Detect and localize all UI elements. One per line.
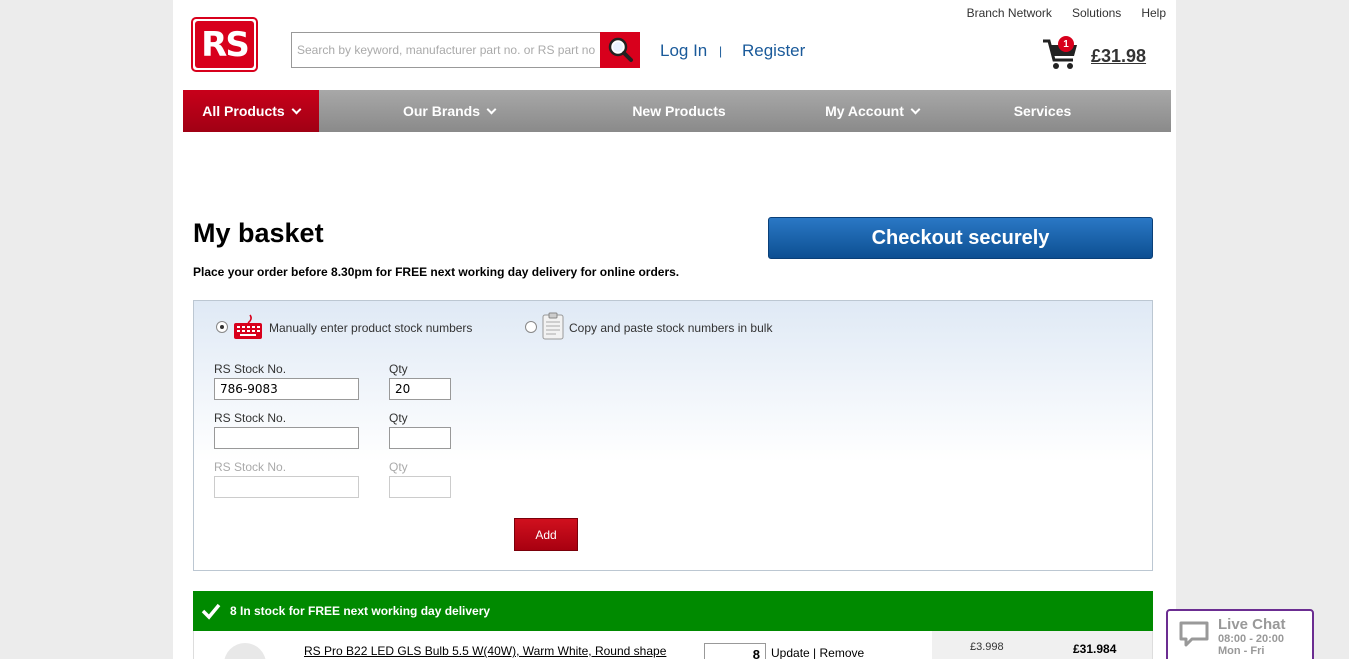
delivery-note: Place your order before 8.30pm for FREE …	[193, 265, 680, 279]
stock-no-input[interactable]	[214, 378, 359, 400]
nav-our-brands-label: Our Brands	[402, 103, 480, 119]
nav-services[interactable]: Services	[965, 90, 1120, 132]
unit-price: £3.998	[970, 641, 1004, 653]
nav-our-brands[interactable]: Our Brands	[319, 90, 579, 132]
nav-my-account[interactable]: My Account	[779, 90, 965, 132]
chevron-down-icon	[291, 104, 302, 114]
chat-bubble-icon	[1179, 621, 1209, 647]
stock-entry-panel: Manually enter product stock numbers Cop…	[193, 300, 1153, 571]
login-link[interactable]: Log In	[660, 41, 707, 61]
search-input[interactable]	[292, 33, 600, 67]
chevron-down-icon	[910, 104, 921, 114]
manual-entry-radio[interactable]	[216, 321, 228, 333]
stock-no-input[interactable]	[214, 476, 359, 498]
page: Branch Network Solutions Help RS Log In …	[173, 0, 1176, 659]
qty-label: Qty	[389, 411, 408, 425]
stock-status-bar: 8 In stock for FREE next working day del…	[193, 591, 1153, 631]
nav-new-products[interactable]: New Products	[579, 90, 779, 132]
nav-new-products-label: New Products	[632, 103, 726, 119]
nav-all-products[interactable]: All Products	[183, 90, 319, 132]
remove-link[interactable]: Remove	[820, 646, 865, 659]
line-total: £31.984	[1073, 642, 1117, 656]
qty-input[interactable]	[389, 476, 451, 498]
bulk-entry-label[interactable]: Copy and paste stock numbers in bulk	[569, 321, 772, 335]
manual-entry-label[interactable]: Manually enter product stock numbers	[269, 321, 472, 335]
stock-status-text: 8 In stock for FREE next working day del…	[230, 604, 491, 618]
basket-item-row: RS Pro B22 LED GLS Bulb 5.5 W(40W), Warm…	[193, 631, 1153, 659]
checkout-button[interactable]: Checkout securely	[768, 217, 1153, 259]
stock-no-input[interactable]	[214, 427, 359, 449]
stock-no-label: RS Stock No.	[214, 460, 287, 474]
keyboard-icon	[234, 314, 262, 339]
product-thumbnail[interactable]	[224, 643, 266, 659]
nav-my-account-label: My Account	[825, 103, 904, 119]
search-box	[291, 32, 601, 68]
rs-logo[interactable]: RS	[191, 17, 258, 72]
bulk-entry-radio[interactable]	[525, 321, 537, 333]
nav-all-products-label: All Products	[202, 103, 285, 119]
main-nav: All Products Our Brands New Products My …	[183, 90, 1171, 132]
search-icon	[608, 37, 633, 62]
cart-total[interactable]: £31.98	[1091, 46, 1146, 67]
qty-input[interactable]	[389, 378, 451, 400]
stock-no-label: RS Stock No.	[214, 411, 287, 425]
page-title: My basket	[193, 218, 324, 248]
checkmark-icon	[201, 603, 221, 620]
qty-label: Qty	[389, 460, 408, 474]
add-button[interactable]: Add	[514, 518, 578, 551]
qty-label: Qty	[389, 362, 408, 376]
chevron-down-icon	[486, 104, 497, 114]
solutions-link[interactable]: Solutions	[1072, 6, 1121, 20]
live-chat-widget[interactable]: Live Chat 08:00 - 20:00 Mon - Fri	[1166, 609, 1314, 659]
branch-network-link[interactable]: Branch Network	[967, 6, 1052, 20]
qty-input[interactable]	[389, 427, 451, 449]
live-chat-time: 08:00 - 20:00	[1218, 633, 1285, 645]
nav-services-label: Services	[1013, 103, 1072, 119]
cart-count-badge: 1	[1058, 36, 1074, 52]
clipboard-icon	[542, 312, 564, 340]
live-chat-days: Mon - Fri	[1218, 645, 1265, 657]
stock-no-label: RS Stock No.	[214, 362, 287, 376]
help-link[interactable]: Help	[1141, 6, 1166, 20]
login-separator: |	[719, 44, 723, 58]
live-chat-hours: 08:00 - 20:00 Mon - Fri	[1218, 633, 1284, 657]
top-links: Branch Network Solutions Help	[967, 6, 1166, 20]
update-remove-links: Update | Remove	[771, 646, 864, 659]
item-qty-input[interactable]: 8	[704, 643, 766, 659]
rs-logo-text: RS	[195, 21, 254, 68]
update-link[interactable]: Update	[771, 646, 810, 659]
live-chat-title: Live Chat	[1218, 616, 1286, 633]
register-link[interactable]: Register	[742, 41, 805, 61]
product-link[interactable]: RS Pro B22 LED GLS Bulb 5.5 W(40W), Warm…	[304, 644, 666, 658]
search-button[interactable]	[600, 32, 640, 68]
price-column: £3.998 £31.984	[932, 631, 1152, 659]
